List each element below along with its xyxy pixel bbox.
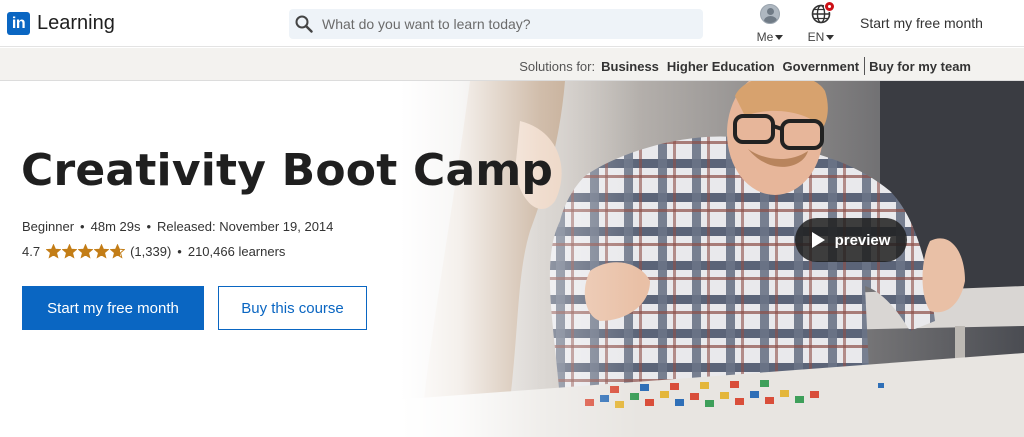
- preview-button[interactable]: preview: [795, 218, 907, 262]
- buy-for-my-team-link[interactable]: Buy for my team: [869, 59, 971, 74]
- globe-icon: [811, 1, 835, 24]
- solutions-link-business[interactable]: Business: [601, 59, 659, 74]
- start-free-month-link[interactable]: Start my free month: [860, 15, 983, 31]
- course-rating-row: 4.7 (1,339) • 210,466 learners: [22, 244, 285, 259]
- me-menu-label-row: Me: [752, 30, 788, 44]
- course-duration: 48m 29s: [90, 219, 141, 234]
- course-meta: Beginner • 48m 29s • Released: November 19, …: [22, 219, 333, 234]
- star-full-icon: [62, 244, 78, 259]
- play-icon: [811, 232, 825, 248]
- avatar: [760, 4, 780, 24]
- start-free-month-button[interactable]: Start my free month: [22, 286, 204, 330]
- solutions-link-government[interactable]: Government: [783, 59, 860, 74]
- solutions-divider: [864, 57, 866, 75]
- notification-badge: [824, 1, 835, 12]
- search-bar: [289, 9, 703, 39]
- course-level: Beginner: [22, 219, 75, 234]
- learner-count: 210,466 learners: [187, 244, 286, 259]
- review-count: (1,339): [130, 244, 172, 259]
- solutions-link-higher-education[interactable]: Higher Education: [667, 59, 775, 74]
- linkedin-learning-logo[interactable]: in Learning: [7, 12, 115, 35]
- separator-dot: •: [80, 219, 85, 234]
- linkedin-logo-mark: in: [7, 12, 30, 35]
- separator-dot: •: [177, 244, 182, 259]
- course-hero: Creativity Boot Camp Beginner • 48m 29s • Re…: [0, 81, 1024, 437]
- chevron-down-icon: [826, 34, 835, 40]
- search-input[interactable]: [322, 9, 692, 39]
- solutions-prefix: Solutions for:: [519, 58, 596, 74]
- preview-label: preview: [834, 231, 891, 249]
- star-full-icon: [94, 244, 110, 259]
- separator-dot: •: [146, 219, 152, 234]
- solutions-links: Solutions for: Business Higher Education…: [519, 57, 971, 75]
- language-menu[interactable]: EN: [803, 1, 839, 45]
- chevron-down-icon: [775, 34, 784, 40]
- language-label-row: EN: [803, 30, 839, 44]
- star-full-icon: [46, 244, 62, 259]
- star-partial-icon: [110, 244, 126, 259]
- star-full-icon: [78, 244, 94, 259]
- rating-stars: [46, 244, 126, 259]
- course-release-date: Released: November 19, 2014: [157, 219, 334, 234]
- top-navigation-bar: in Learning Me EN: [0, 0, 1024, 47]
- logo-text: Learning: [37, 12, 115, 34]
- rating-value: 4.7: [22, 244, 41, 259]
- me-menu[interactable]: Me: [752, 3, 788, 45]
- course-title: Creativity Boot Camp: [21, 145, 554, 196]
- language-label: EN: [807, 30, 825, 44]
- me-label: Me: [756, 30, 774, 44]
- search-icon[interactable]: [295, 15, 313, 33]
- solutions-bar: Solutions for: Business Higher Education…: [0, 48, 1024, 81]
- buy-course-button[interactable]: Buy this course: [218, 286, 367, 330]
